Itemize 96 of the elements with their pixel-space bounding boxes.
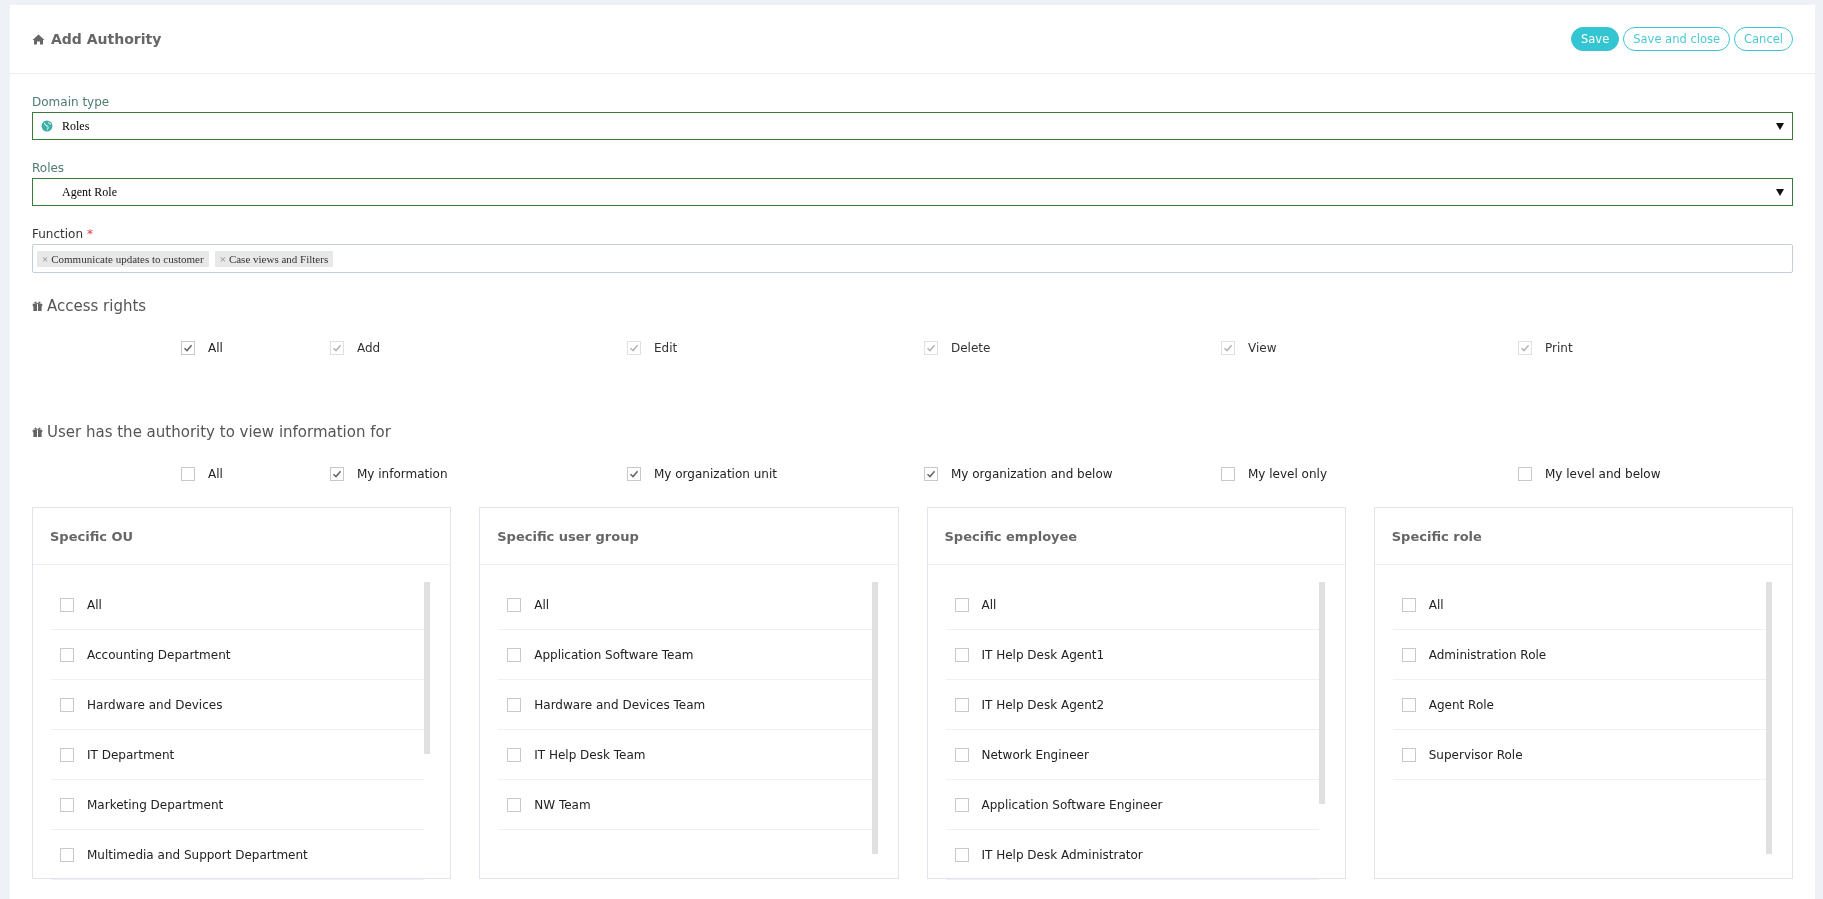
option-label: My organization unit: [654, 467, 777, 481]
list-item-label: IT Help Desk Team: [534, 747, 646, 762]
panel-title: Specific user group: [480, 508, 898, 565]
check-icon: [629, 469, 639, 479]
checkbox[interactable]: [954, 597, 969, 612]
checkbox[interactable]: [507, 597, 522, 612]
list-item-label: Hardware and Devices: [87, 697, 223, 712]
option-label: All: [208, 467, 223, 481]
check-icon: [1520, 343, 1530, 353]
list-item-label: IT Help Desk Administrator: [981, 847, 1143, 862]
function-tag: × Communicate updates to customer: [37, 250, 209, 267]
checkbox[interactable]: [60, 697, 74, 712]
option-label: My level only: [1248, 467, 1327, 481]
checkbox[interactable]: [60, 847, 74, 862]
check-icon: [183, 343, 193, 353]
caret-icon: [1776, 188, 1784, 196]
option-label: My organization and below: [951, 467, 1113, 481]
checkbox[interactable]: [954, 697, 969, 712]
checkbox[interactable]: [1401, 747, 1416, 762]
checkbox[interactable]: [507, 797, 522, 812]
domain-type-dropdown[interactable]: Roles: [32, 112, 1793, 140]
panel-title: Specific OU: [33, 508, 451, 565]
caret-icon: [1776, 122, 1784, 130]
check-icon: [332, 469, 342, 479]
list-item-label: NW Team: [534, 797, 591, 812]
option-label: Delete: [951, 341, 991, 355]
list-item-label: IT Department: [87, 747, 175, 762]
checkbox[interactable]: [181, 467, 195, 481]
checkbox[interactable]: [60, 797, 74, 812]
option-label: Add: [357, 341, 381, 355]
option-label: My information: [357, 467, 448, 481]
list-item-label: IT Help Desk Agent2: [981, 697, 1105, 712]
list-item-label: All: [1428, 597, 1444, 612]
scrollbar[interactable]: [424, 582, 431, 754]
checkbox[interactable]: [627, 467, 641, 481]
checkbox[interactable]: [507, 647, 522, 662]
list-item-label: Administration Role: [1428, 647, 1547, 662]
checkbox[interactable]: [954, 797, 969, 812]
option-label: All: [208, 341, 223, 355]
scrollbar[interactable]: [1766, 582, 1772, 854]
checkbox[interactable]: [1518, 467, 1532, 481]
checkbox[interactable]: [1401, 697, 1416, 712]
home-icon: [32, 33, 45, 45]
checkbox[interactable]: [181, 341, 195, 355]
checkbox[interactable]: [924, 467, 938, 481]
scrollbar[interactable]: [1318, 582, 1325, 804]
list-item-label: Application Software Engineer: [981, 797, 1163, 812]
gift-icon: [32, 301, 43, 311]
checkbox[interactable]: [1401, 647, 1416, 662]
checkbox[interactable]: [1221, 467, 1235, 481]
list-item-label: All: [87, 597, 102, 612]
list-item-label: IT Help Desk Agent1: [981, 647, 1105, 662]
function-tag: × Case views and Filters: [214, 250, 334, 267]
option-label: Edit: [654, 341, 678, 355]
checkbox[interactable]: [507, 697, 522, 712]
panel-title: Specific role: [1374, 508, 1792, 565]
globe-icon: [41, 120, 53, 132]
list-item-label: All: [981, 597, 997, 612]
list-item-label: Supervisor Role: [1428, 747, 1523, 762]
role-dropdown[interactable]: Agent Role: [32, 178, 1793, 206]
field-label: Domain type: [32, 95, 111, 109]
check-icon: [926, 469, 936, 479]
gift-icon: [32, 427, 43, 437]
list-item-label: Accounting Department: [87, 647, 231, 662]
list-item-label: Multimedia and Support Department: [87, 847, 308, 862]
section-heading: Access rights: [47, 297, 147, 315]
checkbox[interactable]: [954, 647, 969, 662]
list-item-label: Marketing Department: [87, 797, 224, 812]
checkbox[interactable]: [507, 747, 522, 762]
list-item-label: Network Engineer: [981, 747, 1089, 762]
check-icon: [629, 343, 639, 353]
check-icon: [332, 343, 342, 353]
checkbox[interactable]: [954, 847, 969, 862]
checkbox[interactable]: [60, 647, 74, 662]
check-icon: [926, 343, 936, 353]
list-item-label: Application Software Team: [534, 647, 694, 662]
checkbox[interactable]: [954, 747, 969, 762]
checkbox[interactable]: [60, 597, 74, 612]
option-label: View: [1248, 341, 1277, 355]
panel-title: Specific employee: [927, 508, 1345, 565]
required-mark: *: [87, 227, 94, 241]
field-label: Roles: [32, 161, 66, 175]
page-title: Add Authority: [51, 31, 162, 47]
checkbox[interactable]: [60, 747, 74, 762]
list-item-label: Hardware and Devices Team: [534, 697, 706, 712]
checkbox[interactable]: [1401, 597, 1416, 612]
checkbox[interactable]: [330, 467, 344, 481]
option-label: Print: [1545, 341, 1573, 355]
list-item-label: All: [534, 597, 550, 612]
option-label: My level and below: [1545, 467, 1661, 481]
field-label: Function: [32, 227, 84, 241]
function-field[interactable]: × Communicate updates to customer × Case views and Filters: [32, 244, 1793, 273]
list-item-label: Agent Role: [1428, 697, 1494, 712]
section-heading: User has the authority to view information for: [47, 423, 391, 441]
scrollbar[interactable]: [871, 582, 878, 854]
check-icon: [1223, 343, 1233, 353]
